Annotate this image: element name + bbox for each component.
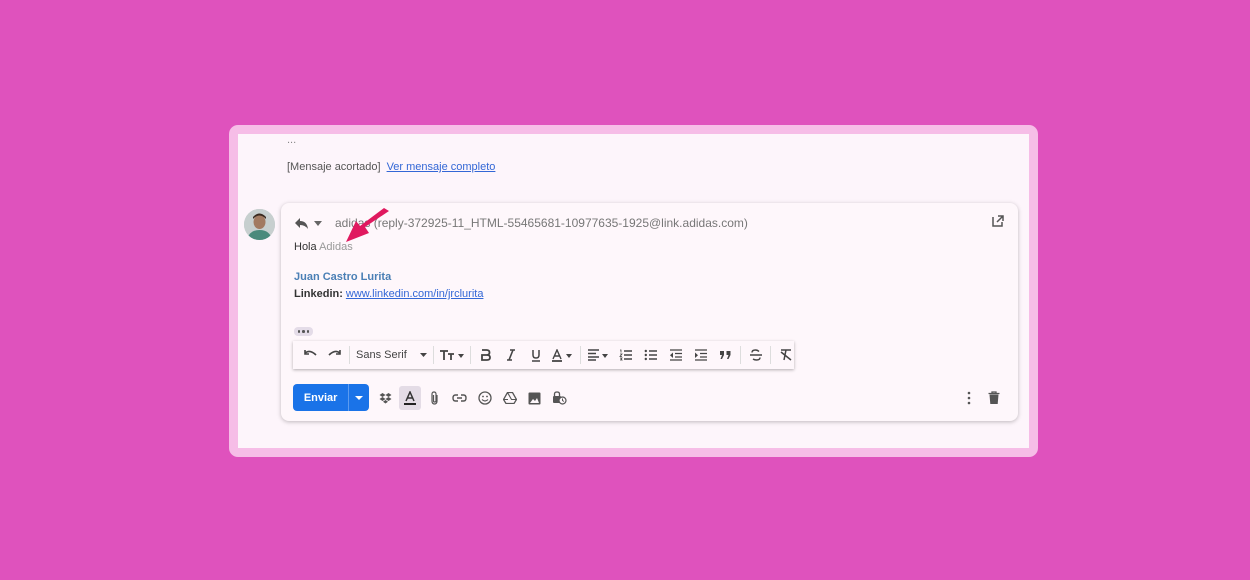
linkedin-label: Linkedin: xyxy=(294,288,343,300)
gmail-screen: ... [Mensaje acortado] Ver mensaje comple… xyxy=(238,134,1029,448)
send-button-group: Enviar xyxy=(293,384,369,411)
text-color-icon[interactable] xyxy=(548,343,578,367)
trimmed-label: [Mensaje acortado] xyxy=(287,161,381,173)
avatar xyxy=(244,209,275,240)
message-body-greeting[interactable]: Hola Adidas xyxy=(294,241,353,253)
photo-icon[interactable] xyxy=(522,386,547,410)
compose-header: adidas (reply-372925-11_HTML-55465681-10… xyxy=(293,213,1006,233)
send-options-button[interactable] xyxy=(348,384,369,411)
compose-action-bar: Enviar xyxy=(293,384,1006,412)
chevron-down-icon xyxy=(420,353,427,357)
indent-more-icon[interactable] xyxy=(688,343,713,367)
confidential-mode-icon[interactable] xyxy=(547,386,572,410)
font-family-select[interactable]: Sans Serif xyxy=(352,349,431,361)
trimmed-message: [Mensaje acortado] Ver mensaje completo xyxy=(287,161,495,173)
drive-icon[interactable] xyxy=(497,386,522,410)
bold-icon[interactable] xyxy=(473,343,498,367)
chevron-down-icon xyxy=(355,395,364,400)
show-trimmed-content-button[interactable] xyxy=(294,327,313,336)
toolbar-divider xyxy=(740,346,741,364)
formatting-toolbar: Sans Serif xyxy=(293,341,794,369)
align-icon[interactable] xyxy=(583,343,613,367)
quoted-ellipsis: ... xyxy=(287,134,297,146)
toolbar-divider xyxy=(433,346,434,364)
toolbar-divider xyxy=(770,346,771,364)
attach-icon[interactable] xyxy=(422,386,447,410)
indent-less-icon[interactable] xyxy=(663,343,688,367)
italic-icon[interactable] xyxy=(498,343,523,367)
screenshot-frame: ... [Mensaje acortado] Ver mensaje comple… xyxy=(229,125,1038,457)
link-icon[interactable] xyxy=(447,386,472,410)
signature-linkedin: Linkedin: www.linkedin.com/in/jrclurita xyxy=(294,288,483,300)
reply-icon[interactable] xyxy=(293,214,311,232)
undo-icon[interactable] xyxy=(297,343,322,367)
more-options-icon[interactable] xyxy=(956,386,981,410)
quote-icon[interactable] xyxy=(713,343,738,367)
bulleted-list-icon[interactable] xyxy=(638,343,663,367)
recipient-address[interactable]: adidas (reply-372925-11_HTML-55465681-10… xyxy=(335,216,748,230)
strikethrough-icon[interactable] xyxy=(743,343,768,367)
chevron-down-icon[interactable] xyxy=(313,214,323,232)
formatting-options-icon[interactable] xyxy=(399,386,421,410)
avatar-photo-icon xyxy=(244,209,275,240)
font-size-icon[interactable] xyxy=(436,343,468,367)
toolbar-divider xyxy=(349,346,350,364)
remove-formatting-icon[interactable] xyxy=(773,343,798,367)
compose-tools xyxy=(373,386,572,410)
redo-icon[interactable] xyxy=(322,343,347,367)
annotation-arrow-icon xyxy=(346,208,389,242)
emoji-icon[interactable] xyxy=(472,386,497,410)
toolbar-divider xyxy=(580,346,581,364)
popout-icon[interactable] xyxy=(992,215,1006,229)
linkedin-link[interactable]: www.linkedin.com/in/jrclurita xyxy=(346,288,484,300)
trash-icon[interactable] xyxy=(981,386,1006,410)
compose-right-actions xyxy=(956,386,1006,410)
greeting-text: Hola xyxy=(294,241,317,253)
numbered-list-icon[interactable] xyxy=(613,343,638,367)
font-family-value: Sans Serif xyxy=(356,349,407,361)
view-full-message-link[interactable]: Ver mensaje completo xyxy=(387,161,496,173)
underline-icon[interactable] xyxy=(523,343,548,367)
toolbar-divider xyxy=(470,346,471,364)
dropbox-icon[interactable] xyxy=(373,386,398,410)
send-button[interactable]: Enviar xyxy=(293,384,348,411)
signature-name: Juan Castro Lurita xyxy=(294,271,392,283)
